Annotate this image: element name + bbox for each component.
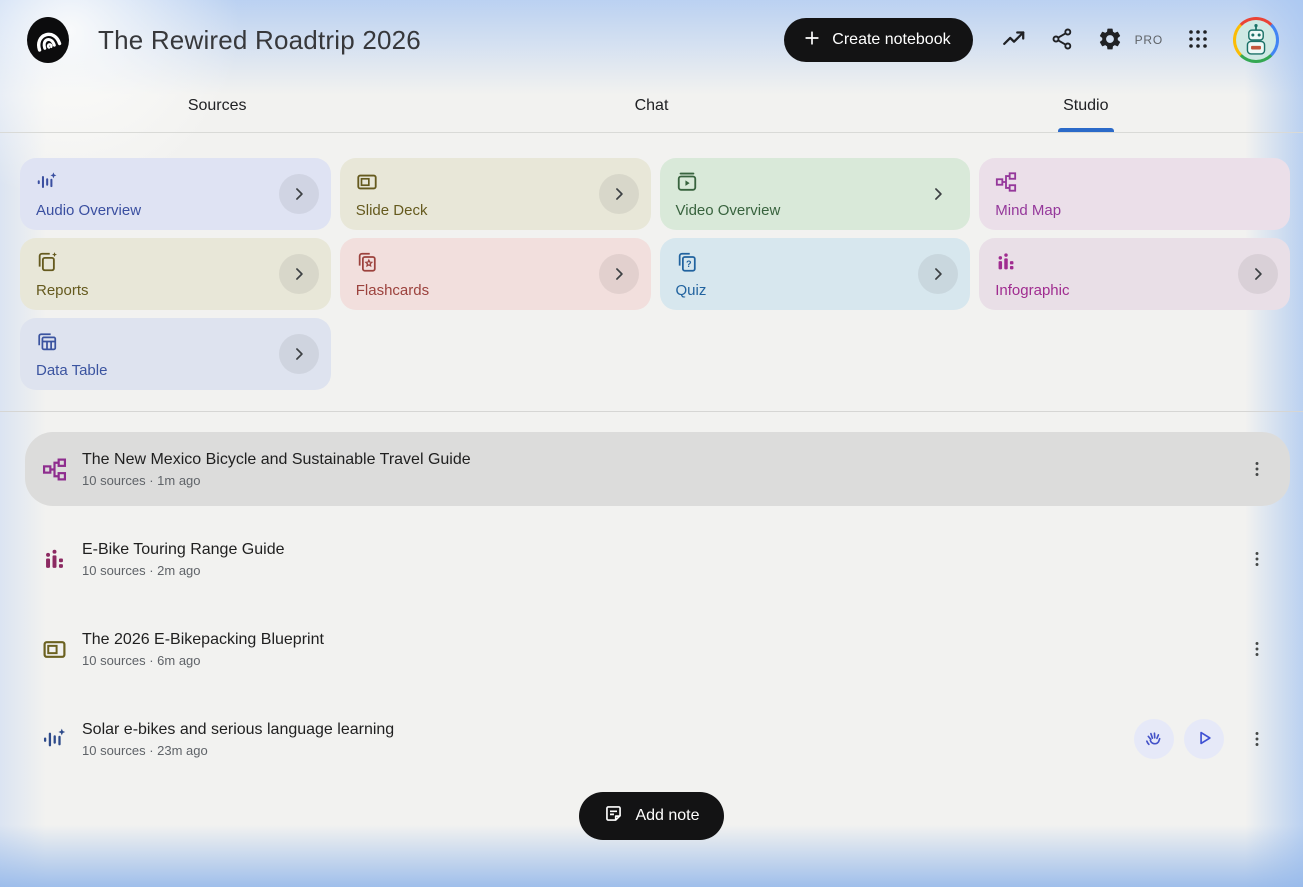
interactive-mode-button[interactable] xyxy=(1134,719,1174,759)
apps-grid-icon xyxy=(1186,27,1210,54)
artifact-row-mind-map[interactable]: The New Mexico Bicycle and Sustainable T… xyxy=(25,432,1290,506)
slide-deck-icon xyxy=(356,171,635,193)
pro-badge: PRO xyxy=(1135,33,1163,47)
tile-reports[interactable]: Reports xyxy=(20,238,331,310)
more-options-kebab-icon[interactable] xyxy=(1242,449,1272,489)
tile-infographic[interactable]: Infographic xyxy=(979,238,1290,310)
plus-icon xyxy=(802,28,822,53)
apps-grid-button[interactable] xyxy=(1177,19,1219,61)
tile-video-overview[interactable]: Video Overview xyxy=(660,158,971,230)
tab-chat[interactable]: Chat xyxy=(434,80,868,132)
report-sparkle-icon xyxy=(36,251,315,273)
chevron-right-icon[interactable] xyxy=(279,334,319,374)
add-note-button[interactable]: Add note xyxy=(579,792,723,840)
trending-up-icon xyxy=(1001,26,1027,55)
artifact-meta: 10 sources · 6m ago xyxy=(82,653,324,668)
add-note-container: Add note xyxy=(0,792,1303,840)
tile-slide-deck[interactable]: Slide Deck xyxy=(340,158,651,230)
mind-map-icon xyxy=(40,457,68,482)
note-icon xyxy=(603,803,624,829)
quiz-icon: ? xyxy=(676,251,955,273)
active-tab-underline xyxy=(1058,128,1114,132)
avatar-robot-image xyxy=(1236,20,1276,60)
chevron-right-icon[interactable] xyxy=(918,174,958,214)
share-button[interactable] xyxy=(1041,19,1083,61)
tile-label: Video Overview xyxy=(676,202,955,219)
chevron-right-icon[interactable] xyxy=(599,174,639,214)
tile-label: Infographic xyxy=(995,282,1274,299)
artifact-row-audio[interactable]: Solar e-bikes and serious language learn… xyxy=(25,702,1290,776)
settings-gear-icon xyxy=(1097,26,1123,55)
tile-label: Slide Deck xyxy=(356,202,635,219)
audio-waveform-sparkle-icon xyxy=(36,171,315,193)
header: The Rewired Roadtrip 2026 Create noteboo… xyxy=(0,0,1303,80)
artifact-title: E-Bike Touring Range Guide xyxy=(82,541,285,559)
artifact-row-slide-deck[interactable]: The 2026 E-Bikepacking Blueprint 10 sour… xyxy=(25,612,1290,686)
artifact-meta: 10 sources · 1m ago xyxy=(82,473,471,488)
tile-label: Quiz xyxy=(676,282,955,299)
data-table-icon xyxy=(36,331,315,353)
play-icon xyxy=(1194,728,1214,751)
analytics-button[interactable] xyxy=(993,19,1035,61)
tile-flashcards[interactable]: Flashcards xyxy=(340,238,651,310)
more-options-kebab-icon[interactable] xyxy=(1242,719,1272,759)
tile-data-table[interactable]: Data Table xyxy=(20,318,331,390)
artifact-title: The 2026 E-Bikepacking Blueprint xyxy=(82,631,324,649)
interactive-mode-hand-icon xyxy=(1143,727,1165,752)
play-audio-button[interactable] xyxy=(1184,719,1224,759)
artifact-meta: 10 sources · 23m ago xyxy=(82,743,394,758)
tab-studio[interactable]: Studio xyxy=(869,80,1303,132)
infographic-bars-icon xyxy=(40,547,68,572)
mind-map-icon xyxy=(995,171,1274,193)
chevron-right-icon[interactable] xyxy=(918,254,958,294)
account-avatar[interactable] xyxy=(1233,17,1279,63)
tile-label: Mind Map xyxy=(995,202,1274,219)
artifact-list: The New Mexico Bicycle and Sustainable T… xyxy=(0,412,1303,776)
tile-label: Flashcards xyxy=(356,282,635,299)
audio-waveform-sparkle-icon xyxy=(40,727,68,752)
tile-label: Reports xyxy=(36,282,315,299)
flashcards-icon xyxy=(356,251,635,273)
create-notebook-button[interactable]: Create notebook xyxy=(784,18,972,62)
header-actions: Create notebook PRO xyxy=(784,17,1279,63)
chevron-right-icon[interactable] xyxy=(1238,254,1278,294)
panel-tabs: Sources Chat Studio xyxy=(0,80,1303,133)
more-options-kebab-icon[interactable] xyxy=(1242,629,1272,669)
tile-quiz[interactable]: ? Quiz xyxy=(660,238,971,310)
tile-audio-overview[interactable]: Audio Overview xyxy=(20,158,331,230)
notebook-title[interactable]: The Rewired Roadtrip 2026 xyxy=(98,25,421,56)
tile-label: Data Table xyxy=(36,362,315,379)
svg-text:?: ? xyxy=(686,259,692,269)
artifact-row-infographic[interactable]: E-Bike Touring Range Guide 10 sources · … xyxy=(25,522,1290,596)
artifact-meta: 10 sources · 2m ago xyxy=(82,563,285,578)
infographic-bars-icon xyxy=(995,251,1274,273)
chevron-right-icon[interactable] xyxy=(279,174,319,214)
artifact-title: Solar e-bikes and serious language learn… xyxy=(82,721,394,739)
avatar-ring xyxy=(1233,17,1279,63)
artifact-title: The New Mexico Bicycle and Sustainable T… xyxy=(82,451,471,469)
share-icon xyxy=(1050,27,1074,54)
more-options-kebab-icon[interactable] xyxy=(1242,539,1272,579)
video-overview-icon xyxy=(676,171,955,193)
slide-deck-icon xyxy=(40,637,68,662)
chevron-right-icon[interactable] xyxy=(279,254,319,294)
create-notebook-label: Create notebook xyxy=(832,31,950,49)
settings-button[interactable] xyxy=(1089,19,1131,61)
tile-mind-map[interactable]: Mind Map xyxy=(979,158,1290,230)
studio-tile-grid: Audio Overview Slide Deck Video Overview xyxy=(0,133,1303,390)
tile-label: Audio Overview xyxy=(36,202,315,219)
notebooklm-logo[interactable] xyxy=(24,16,72,64)
chevron-right-icon[interactable] xyxy=(599,254,639,294)
add-note-label: Add note xyxy=(635,807,699,825)
tab-sources[interactable]: Sources xyxy=(0,80,434,132)
